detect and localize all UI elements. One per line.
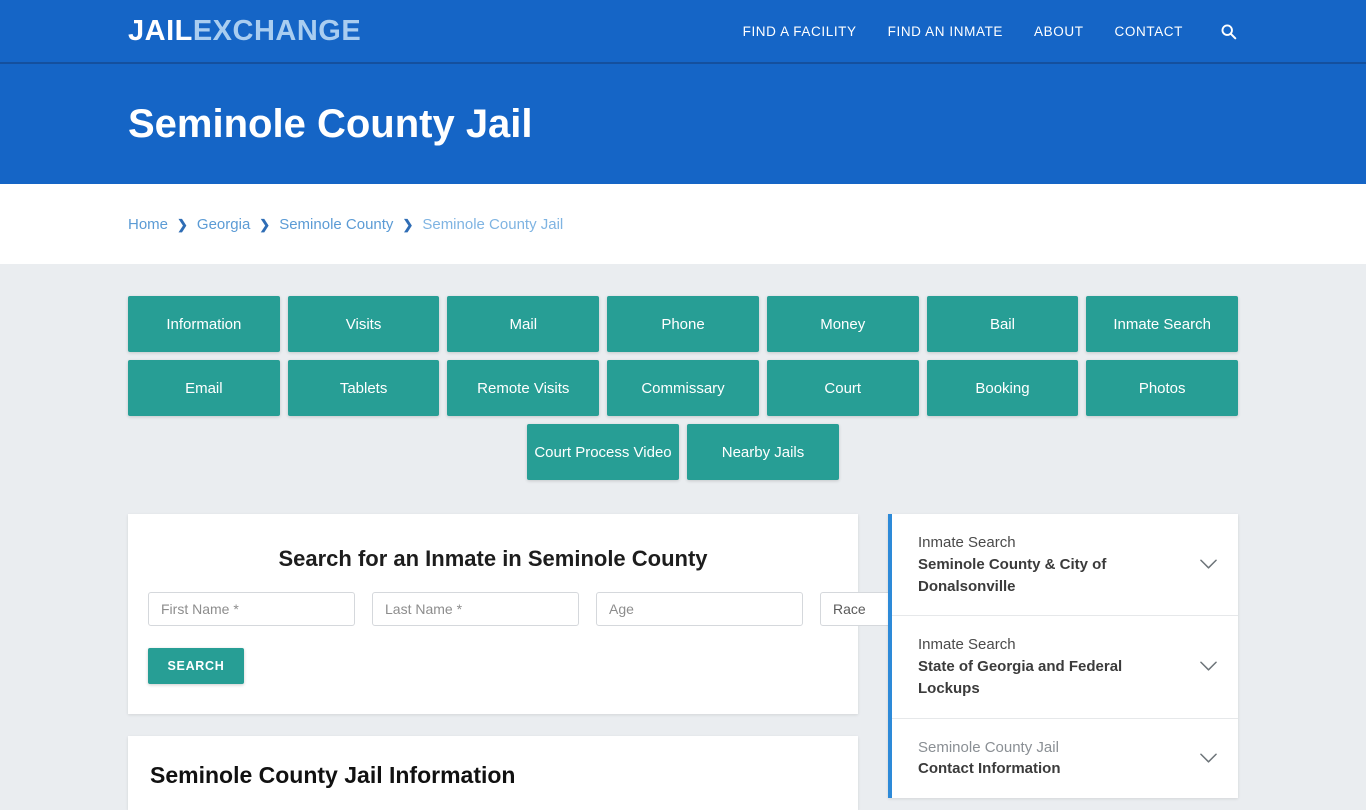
section-button-mail[interactable]: Mail xyxy=(447,296,600,352)
accordion-item-inmate-search-state[interactable]: Inmate Search State of Georgia and Feder… xyxy=(892,616,1238,719)
accordion-item-title: Seminole County & City of Donalsonville xyxy=(918,555,1107,595)
last-name-input[interactable] xyxy=(372,592,579,626)
chevron-right-icon: ❯ xyxy=(259,216,271,232)
chevron-down-icon[interactable] xyxy=(1198,555,1218,575)
accordion-item-contact-information[interactable]: Seminole County Jail Contact Information xyxy=(892,719,1238,799)
section-button-inmate-search[interactable]: Inmate Search xyxy=(1086,296,1239,352)
logo-text-secondary: EXCHANGE xyxy=(192,14,362,47)
accordion-item-title: Contact Information xyxy=(918,760,1061,778)
search-button[interactable]: SEARCH xyxy=(148,648,244,684)
section-button-court-process-video[interactable]: Court Process Video xyxy=(527,424,679,480)
chevron-down-icon[interactable] xyxy=(1198,748,1218,768)
nav-item-contact[interactable]: CONTACT xyxy=(1115,24,1183,39)
primary-navigation: FIND A FACILITY FIND AN INMATE ABOUT CON… xyxy=(743,21,1238,41)
section-button-email[interactable]: Email xyxy=(128,360,280,416)
chevron-right-icon: ❯ xyxy=(402,216,414,232)
breadcrumb-item-georgia[interactable]: Georgia xyxy=(197,216,250,233)
section-button-nearby-jails[interactable]: Nearby Jails xyxy=(687,424,839,480)
section-button-money[interactable]: Money xyxy=(766,296,919,352)
accordion-item-subtitle: Inmate Search xyxy=(918,534,1016,551)
breadcrumb-item-seminole-county[interactable]: Seminole County xyxy=(279,216,393,233)
section-button-phone[interactable]: Phone xyxy=(607,296,759,352)
section-button-photos[interactable]: Photos xyxy=(1086,360,1239,416)
section-button-booking[interactable]: Booking xyxy=(926,360,1079,416)
jail-information-card: Seminole County Jail Information xyxy=(128,736,858,810)
nav-item-find-an-inmate[interactable]: FIND AN INMATE xyxy=(888,24,1003,39)
button-row-3: Court Process Video Nearby Jails xyxy=(128,424,1238,480)
inmate-search-fields: Race xyxy=(148,592,980,626)
first-name-input[interactable] xyxy=(148,592,355,626)
facility-section-buttons: Information Visits Mail Phone Money Bail… xyxy=(128,296,1239,480)
section-button-commissary[interactable]: Commissary xyxy=(607,360,759,416)
jail-information-title: Seminole County Jail Information xyxy=(150,762,516,788)
content-columns: Search for an Inmate in Seminole County … xyxy=(128,514,1238,810)
breadcrumb: Home ❯ Georgia ❯ Seminole County ❯ Semin… xyxy=(128,216,563,233)
page-title-band: Seminole County Jail xyxy=(0,64,1366,184)
section-button-visits[interactable]: Visits xyxy=(287,296,440,352)
main-content: Information Visits Mail Phone Money Bail… xyxy=(0,264,1366,810)
breadcrumb-band: Home ❯ Georgia ❯ Seminole County ❯ Semin… xyxy=(0,184,1366,264)
chevron-right-icon: ❯ xyxy=(177,216,188,232)
nav-item-find-a-facility[interactable]: FIND A FACILITY xyxy=(743,24,857,39)
sidebar-column: Inmate Search Seminole County & City of … xyxy=(888,514,1238,798)
logo-text-primary: JAIL xyxy=(128,14,193,47)
breadcrumb-item-seminole-county-jail[interactable]: Seminole County Jail xyxy=(422,216,563,233)
accordion-item-title: State of Georgia and Federal Lockups xyxy=(918,658,1123,697)
section-button-tablets[interactable]: Tablets xyxy=(287,360,440,416)
sidebar-accordion: Inmate Search Seminole County & City of … xyxy=(888,514,1238,798)
main-column: Search for an Inmate in Seminole County … xyxy=(128,514,980,810)
age-input[interactable] xyxy=(596,592,803,626)
site-logo[interactable]: JAILEXCHANGE xyxy=(128,14,362,47)
search-icon[interactable] xyxy=(1218,21,1238,41)
accordion-item-subtitle: Seminole County Jail xyxy=(918,738,1059,756)
inmate-search-card: Search for an Inmate in Seminole County … xyxy=(128,514,980,714)
accordion-item-inmate-search-county[interactable]: Inmate Search Seminole County & City of … xyxy=(892,514,1238,617)
accordion-item-text: Seminole County Jail Contact Information xyxy=(918,737,1186,781)
nav-item-about[interactable]: ABOUT xyxy=(1034,24,1084,39)
accordion-item-text: Inmate Search Seminole County & City of … xyxy=(918,532,1186,597)
section-button-remote-visits[interactable]: Remote Visits xyxy=(447,360,600,416)
section-button-bail[interactable]: Bail xyxy=(926,296,1079,352)
section-button-court[interactable]: Court xyxy=(766,360,919,416)
section-button-information[interactable]: Information xyxy=(128,296,280,352)
button-row-2: Email Tablets Remote Visits Commissary C… xyxy=(128,360,1239,416)
button-row-1: Information Visits Mail Phone Money Bail… xyxy=(128,296,1239,352)
accordion-item-subtitle: Inmate Search xyxy=(918,636,1016,654)
page-title: Seminole County Jail xyxy=(128,102,533,146)
accordion-item-text: Inmate Search State of Georgia and Feder… xyxy=(918,634,1186,699)
chevron-down-icon[interactable] xyxy=(1198,657,1218,677)
inmate-search-heading: Search for an Inmate in Seminole County xyxy=(278,546,708,571)
site-header: JAILEXCHANGE FIND A FACILITY FIND AN INM… xyxy=(0,0,1366,64)
breadcrumb-item-home[interactable]: Home xyxy=(128,216,168,233)
